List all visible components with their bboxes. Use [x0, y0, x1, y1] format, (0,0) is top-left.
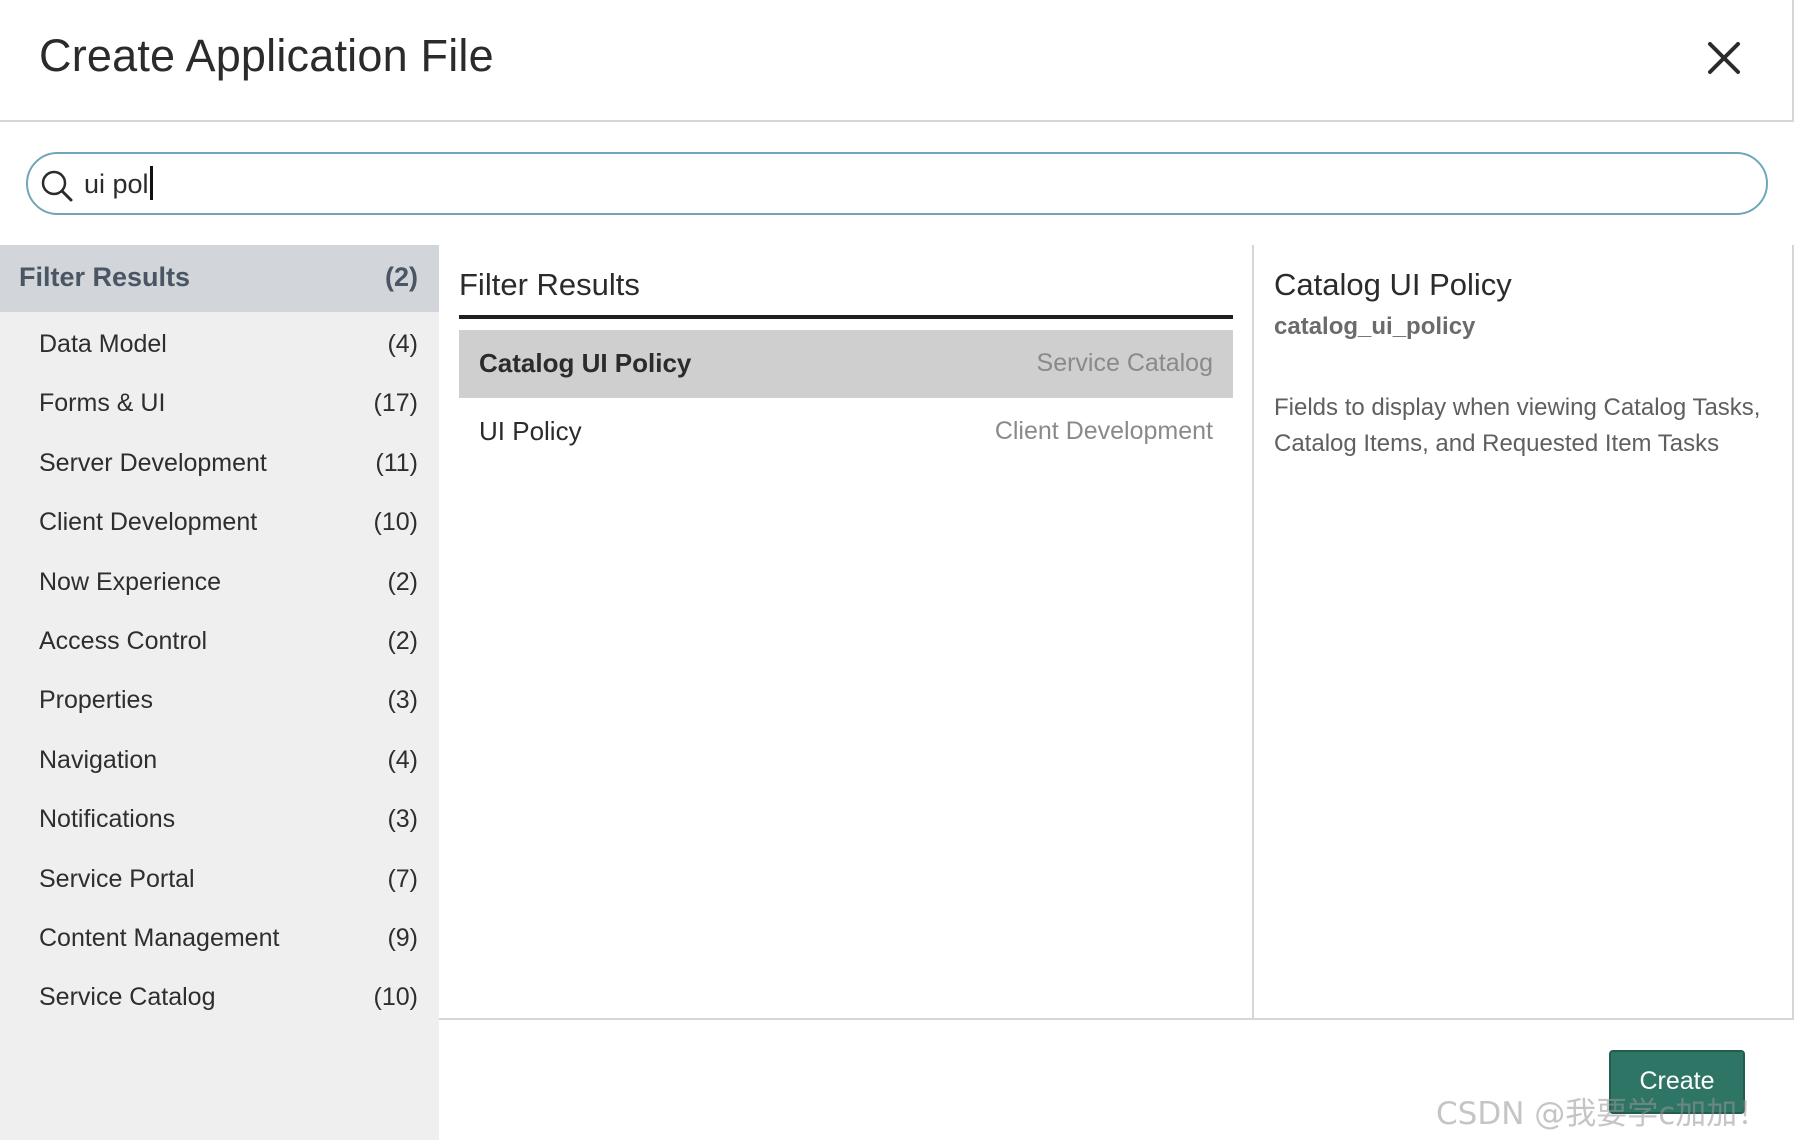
result-category: Client Development	[994, 417, 1213, 445]
close-button[interactable]	[1700, 34, 1748, 82]
category-count: (2)	[385, 262, 418, 292]
category-count: (10)	[373, 508, 418, 537]
category-item[interactable]: Service Portal (7)	[0, 847, 439, 915]
result-name: UI Policy	[479, 416, 582, 446]
category-item[interactable]: Notifications (3)	[0, 787, 439, 855]
category-label: Service Catalog	[39, 983, 216, 1012]
category-count: (3)	[387, 686, 418, 715]
category-item[interactable]: Client Development (10)	[0, 490, 439, 558]
detail-panel: Catalog UI Policy catalog_ui_policy Fiel…	[1254, 245, 1794, 1018]
category-label: Client Development	[39, 508, 258, 537]
category-count: (10)	[373, 983, 418, 1012]
category-item[interactable]: Data Model (4)	[0, 312, 439, 380]
category-item[interactable]: Properties (3)	[0, 668, 439, 736]
results-heading: Filter Results	[459, 267, 640, 302]
category-sidebar: Filter Results (2) Data Model (4) Forms & …	[0, 245, 439, 1140]
category-label: Access Control	[39, 627, 208, 655]
category-item[interactable]: Content Management (9)	[0, 906, 439, 974]
create-application-file-dialog: Create Application File Filter Results (…	[0, 0, 1796, 1140]
result-row[interactable]: UI Policy Client Development	[459, 398, 1233, 466]
detail-description: Fields to display when viewing Catalog T…	[1274, 394, 1761, 457]
category-label: Filter Results	[19, 262, 191, 292]
category-label: Navigation	[39, 745, 158, 774]
result-name: Catalog UI Policy	[479, 348, 692, 378]
search-icon	[41, 170, 73, 202]
dialog-title: Create Application File	[39, 30, 494, 81]
category-label: Service Portal	[39, 864, 195, 893]
result-row[interactable]: Catalog UI Policy Service Catalog	[459, 330, 1233, 398]
category-count: (7)	[387, 864, 418, 893]
detail-table-name: catalog_ui_policy	[1274, 313, 1476, 340]
category-item[interactable]: Now Experience (2)	[0, 550, 439, 618]
category-count: (9)	[387, 924, 418, 952]
category-label: Data Model	[39, 330, 167, 358]
category-label: Forms & UI	[39, 389, 166, 418]
category-item[interactable]: Access Control (2)	[0, 609, 439, 677]
category-count: (4)	[387, 745, 418, 774]
category-count: (11)	[375, 448, 418, 477]
category-label: Content Management	[39, 924, 280, 952]
watermark: CSDN @我要学c加加！	[1436, 1096, 1769, 1132]
category-count: (3)	[387, 805, 418, 834]
search-input[interactable]	[84, 160, 1724, 208]
search-box	[26, 152, 1768, 215]
results-divider	[459, 315, 1233, 319]
category-label: Now Experience	[39, 567, 222, 596]
text-caret	[149, 166, 153, 200]
category-label: Notifications	[39, 805, 176, 834]
detail-title: Catalog UI Policy	[1274, 267, 1512, 302]
category-item[interactable]: Service Catalog (10)	[0, 965, 439, 1033]
category-item[interactable]: Server Development (11)	[0, 431, 439, 499]
close-icon	[1708, 42, 1740, 74]
result-category: Service Catalog	[1036, 349, 1213, 377]
category-count: (4)	[387, 330, 418, 358]
category-label: Server Development	[39, 448, 267, 477]
category-item[interactable]: Navigation (4)	[0, 728, 439, 796]
category-count: (2)	[387, 567, 418, 596]
category-item[interactable]: Forms & UI (17)	[0, 371, 439, 439]
category-label: Properties	[39, 686, 153, 715]
category-count: (17)	[373, 389, 418, 418]
dialog-header: Create Application File	[0, 0, 1794, 122]
category-count: (2)	[387, 627, 418, 655]
category-filter-results[interactable]: Filter Results (2)	[0, 245, 439, 312]
results-panel: Filter Results Catalog UI Policy Service …	[439, 245, 1254, 1018]
